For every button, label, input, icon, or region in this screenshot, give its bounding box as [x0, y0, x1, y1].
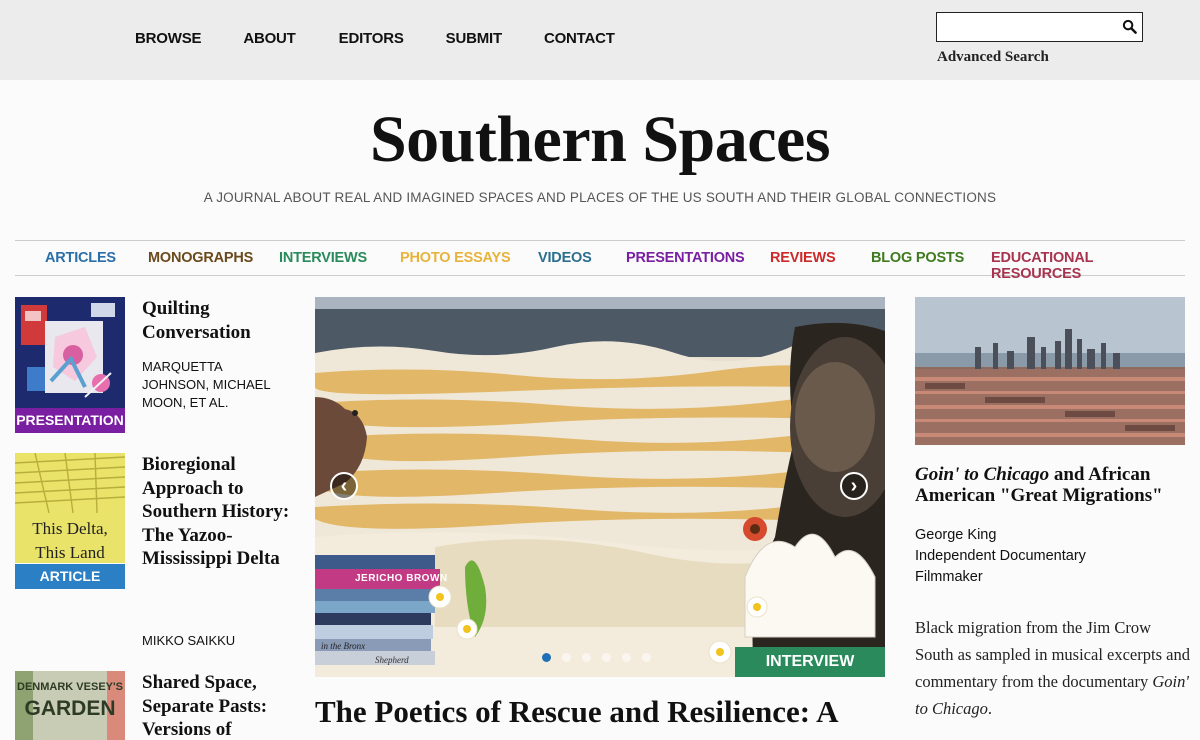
site-title[interactable]: Southern Spaces: [0, 102, 1200, 178]
feature-title-line-2[interactable]: Conversation with Jericho Brown: [315, 732, 885, 740]
carousel-next-button[interactable]: ›: [840, 472, 868, 500]
slide-tag: INTERVIEW: [735, 647, 885, 677]
nav-browse[interactable]: BROWSE: [135, 30, 202, 47]
card-title[interactable]: Quilting Conversation: [142, 297, 292, 344]
quilt-thumbnail[interactable]: PRESENTATION: [15, 297, 125, 433]
site-tagline: A JOURNAL ABOUT REAL AND IMAGINED SPACES…: [203, 190, 997, 205]
feature-carousel[interactable]: JERICHO BROWN in the Bronx Shepherd ‹ › …: [315, 297, 885, 677]
author-line: Filmmaker: [915, 569, 983, 585]
cover-text-line-1: DENMARK VESEY'S: [17, 681, 123, 693]
advanced-search-link[interactable]: Advanced Search: [937, 49, 1049, 66]
vesey-thumbnail[interactable]: DENMARK VESEY'S GARDEN: [15, 671, 125, 740]
right-card-author: George King Independent Documentary Film…: [915, 525, 1185, 588]
cover-text-line-1: This Delta,: [32, 519, 108, 538]
author-line: George King: [915, 527, 997, 543]
category-photo-essays[interactable]: PHOTO ESSAYS: [400, 250, 511, 266]
category-reviews[interactable]: REVIEWS: [770, 250, 836, 266]
category-videos[interactable]: VIDEOS: [538, 250, 592, 266]
search-box: [936, 12, 1143, 42]
category-educational-resources[interactable]: EDUCATIONAL RESOURCES: [991, 250, 1185, 282]
carousel-dot[interactable]: [562, 653, 571, 662]
cover-text-line-2: GARDEN: [24, 697, 116, 720]
card-title[interactable]: Bioregional Approach to Southern History…: [142, 453, 292, 571]
chicago-skyline-image: [915, 297, 1185, 445]
carousel-dot[interactable]: [582, 653, 591, 662]
search-input[interactable]: [937, 13, 1117, 39]
feature-title-line-1[interactable]: The Poetics of Rescue and Resilience: A: [315, 694, 838, 729]
carousel-dot[interactable]: [602, 653, 611, 662]
category-monographs[interactable]: MONOGRAPHS: [148, 250, 253, 266]
right-card-title[interactable]: Goin' to Chicago and African American "G…: [915, 464, 1185, 506]
right-card-description: Black migration from the Jim Crow South …: [915, 614, 1190, 722]
category-blog-posts[interactable]: BLOG POSTS: [871, 250, 964, 266]
nav-submit[interactable]: SUBMIT: [446, 30, 502, 47]
book-spine-text: in the Bronx: [321, 641, 366, 651]
desc-text: Black migration from the Jim Crow South …: [915, 618, 1190, 691]
card-title[interactable]: Shared Space, Separate Pasts: Versions o…: [142, 671, 292, 740]
author-line: Independent Documentary: [915, 548, 1086, 564]
category-interviews[interactable]: INTERVIEWS: [279, 250, 367, 266]
nav-editors[interactable]: EDITORS: [339, 30, 404, 47]
category-nav: ARTICLES MONOGRAPHS INTERVIEWS PHOTO ESS…: [15, 240, 1185, 282]
category-articles[interactable]: ARTICLES: [45, 250, 116, 266]
top-bar: BROWSE ABOUT EDITORS SUBMIT CONTACT Adva…: [0, 0, 1200, 80]
nav-about[interactable]: ABOUT: [243, 30, 296, 47]
carousel-prev-button[interactable]: ‹: [330, 472, 358, 500]
nav-contact[interactable]: CONTACT: [544, 30, 615, 47]
cover-text-line-2: This Land: [35, 543, 105, 562]
search-icon[interactable]: [1122, 19, 1137, 34]
chevron-left-icon: ‹: [340, 475, 348, 497]
feature-title[interactable]: The Poetics of Rescue and Resilience: A …: [315, 692, 885, 740]
card-author: MIKKO SAIKKU: [142, 633, 236, 648]
chicago-thumbnail[interactable]: [915, 297, 1185, 445]
carousel-pager: [542, 653, 651, 662]
card-tag: PRESENTATION: [15, 408, 125, 433]
carousel-dot[interactable]: [642, 653, 651, 662]
category-presentations[interactable]: PRESENTATIONS: [626, 250, 745, 266]
book-spine-text: Shepherd: [375, 655, 409, 665]
card-author: MARQUETTA JOHNSON, MICHAEL MOON, ET AL.: [142, 359, 271, 410]
collage-image: [315, 297, 885, 677]
right-card-title-italic[interactable]: Goin' to Chicago: [915, 464, 1049, 485]
chevron-right-icon: ›: [850, 475, 858, 497]
book-spine-text: JERICHO BROWN: [355, 573, 448, 584]
delta-thumbnail[interactable]: This Delta, This Land ARTICLE: [15, 453, 125, 589]
top-nav: BROWSE ABOUT EDITORS SUBMIT CONTACT: [135, 30, 615, 47]
card-tag: ARTICLE: [15, 564, 125, 589]
desc-end: .: [987, 699, 992, 718]
carousel-dot[interactable]: [542, 653, 551, 662]
carousel-dot[interactable]: [622, 653, 631, 662]
